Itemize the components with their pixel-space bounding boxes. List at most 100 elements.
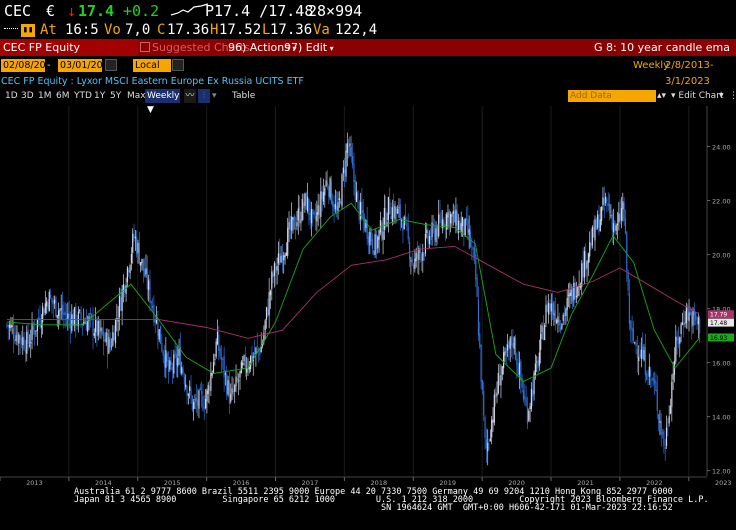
- currency-select[interactable]: Local CCY: [133, 59, 171, 84]
- candle: [398, 198, 400, 218]
- calendar-icon[interactable]: [105, 59, 117, 71]
- range-1d-button[interactable]: 1D: [5, 89, 18, 103]
- candle: [304, 192, 306, 213]
- add-data-input[interactable]: Add Data: [568, 90, 656, 102]
- chart-options-icon[interactable]: ⋮: [729, 89, 736, 103]
- candle: [256, 332, 258, 353]
- candle: [7, 323, 9, 341]
- edit-chart-button[interactable]: ▾ Edit Chart: [671, 89, 723, 103]
- candle: [243, 354, 245, 366]
- candle: [624, 209, 627, 235]
- range-3d-button[interactable]: 3D: [21, 89, 34, 103]
- candle: [590, 229, 592, 251]
- candle: [220, 345, 223, 372]
- quote-line-1: CEC € ↓ 17.4 +0.2 P17.4 /17.48 28×994: [0, 0, 736, 22]
- candle: [587, 252, 589, 276]
- candle: [663, 428, 665, 454]
- candle: [554, 297, 556, 331]
- candle: [150, 300, 152, 310]
- y-tick-label: 16.00: [712, 360, 731, 368]
- candle-chart-icon[interactable]: ⫶: [198, 89, 210, 103]
- line-chart-icon[interactable]: 〰: [184, 89, 196, 103]
- candle: [169, 356, 171, 373]
- candle: [113, 325, 115, 341]
- candle: [660, 413, 662, 447]
- start-date-input[interactable]: 02/08/2013: [1, 59, 58, 72]
- range-1y-button[interactable]: 1Y: [94, 89, 105, 103]
- candle: [591, 225, 593, 249]
- candle: [553, 301, 555, 326]
- candle: [532, 378, 534, 406]
- settings-caret-icon[interactable]: ▴▾: [657, 89, 666, 103]
- actions-menu[interactable]: 96) Actions ▾: [228, 39, 297, 56]
- candle: [689, 306, 691, 316]
- range-5y-button[interactable]: 5Y: [110, 89, 121, 103]
- range-max-button[interactable]: Max: [127, 89, 146, 103]
- suggested-charts-button[interactable]: Suggested Charts: [140, 39, 250, 56]
- periodicity-select[interactable]: Weekly ▼: [145, 89, 180, 115]
- candle: [513, 335, 515, 355]
- candle: [71, 304, 73, 334]
- candle: [51, 297, 53, 314]
- candle: [155, 306, 158, 325]
- candle: [647, 370, 649, 385]
- candle: [223, 346, 225, 392]
- candle: [378, 229, 380, 253]
- candle: [695, 311, 697, 326]
- candle: [199, 383, 201, 391]
- candle: [626, 231, 628, 283]
- candle: [578, 270, 580, 297]
- price-chart[interactable]: 12.0014.0016.0018.0020.0022.0024.00 2013…: [0, 104, 736, 488]
- news-icon[interactable]: ▮▮: [21, 24, 35, 37]
- candle: [138, 231, 140, 266]
- edit-menu[interactable]: 97) Edit ▾: [284, 39, 334, 56]
- candle: [185, 374, 187, 390]
- candle: [381, 220, 383, 242]
- candle: [586, 260, 588, 282]
- candle: [67, 302, 69, 331]
- candle: [55, 295, 57, 318]
- candle: [491, 415, 493, 445]
- table-button[interactable]: Table: [232, 89, 255, 103]
- candle: [606, 197, 608, 213]
- candle: [651, 377, 653, 388]
- range-ytd-button[interactable]: YTD: [74, 89, 92, 103]
- range-6m-button[interactable]: 6M: [56, 89, 70, 103]
- candle: [488, 438, 490, 451]
- candle: [216, 319, 219, 346]
- candle: [424, 222, 427, 257]
- candle: [373, 249, 375, 256]
- end-date-input[interactable]: 03/01/2023: [58, 59, 115, 72]
- chart-type-caret-icon[interactable]: ▾: [212, 89, 217, 103]
- candle: [189, 380, 191, 399]
- candle: [40, 314, 42, 338]
- y-tick-label: 24.00: [712, 144, 731, 152]
- candle: [333, 195, 335, 223]
- currency-dropdown-icon[interactable]: [172, 59, 184, 71]
- candle: [520, 359, 522, 394]
- candle: [345, 143, 347, 183]
- x-tick-label: 2017: [302, 479, 319, 487]
- candle: [338, 191, 340, 208]
- candle: [76, 315, 78, 330]
- chart-menu-icon[interactable]: ▾: [719, 89, 724, 103]
- security-field[interactable]: CEC FP Equity: [0, 39, 138, 56]
- candle: [665, 415, 668, 449]
- ticker[interactable]: CEC: [4, 0, 31, 22]
- candle: [601, 206, 603, 226]
- candle: [101, 327, 103, 337]
- candle: [604, 192, 607, 206]
- candle: [440, 210, 442, 229]
- candle: [239, 370, 241, 390]
- candle: [144, 258, 146, 278]
- candle: [508, 339, 510, 361]
- range-1m-button[interactable]: 1M: [38, 89, 52, 103]
- candle: [328, 184, 330, 205]
- candle: [581, 260, 583, 296]
- candle: [659, 410, 661, 436]
- candle: [684, 311, 686, 328]
- candle: [277, 241, 280, 275]
- candle: [632, 320, 635, 344]
- candle: [575, 281, 578, 304]
- candle: [268, 277, 270, 329]
